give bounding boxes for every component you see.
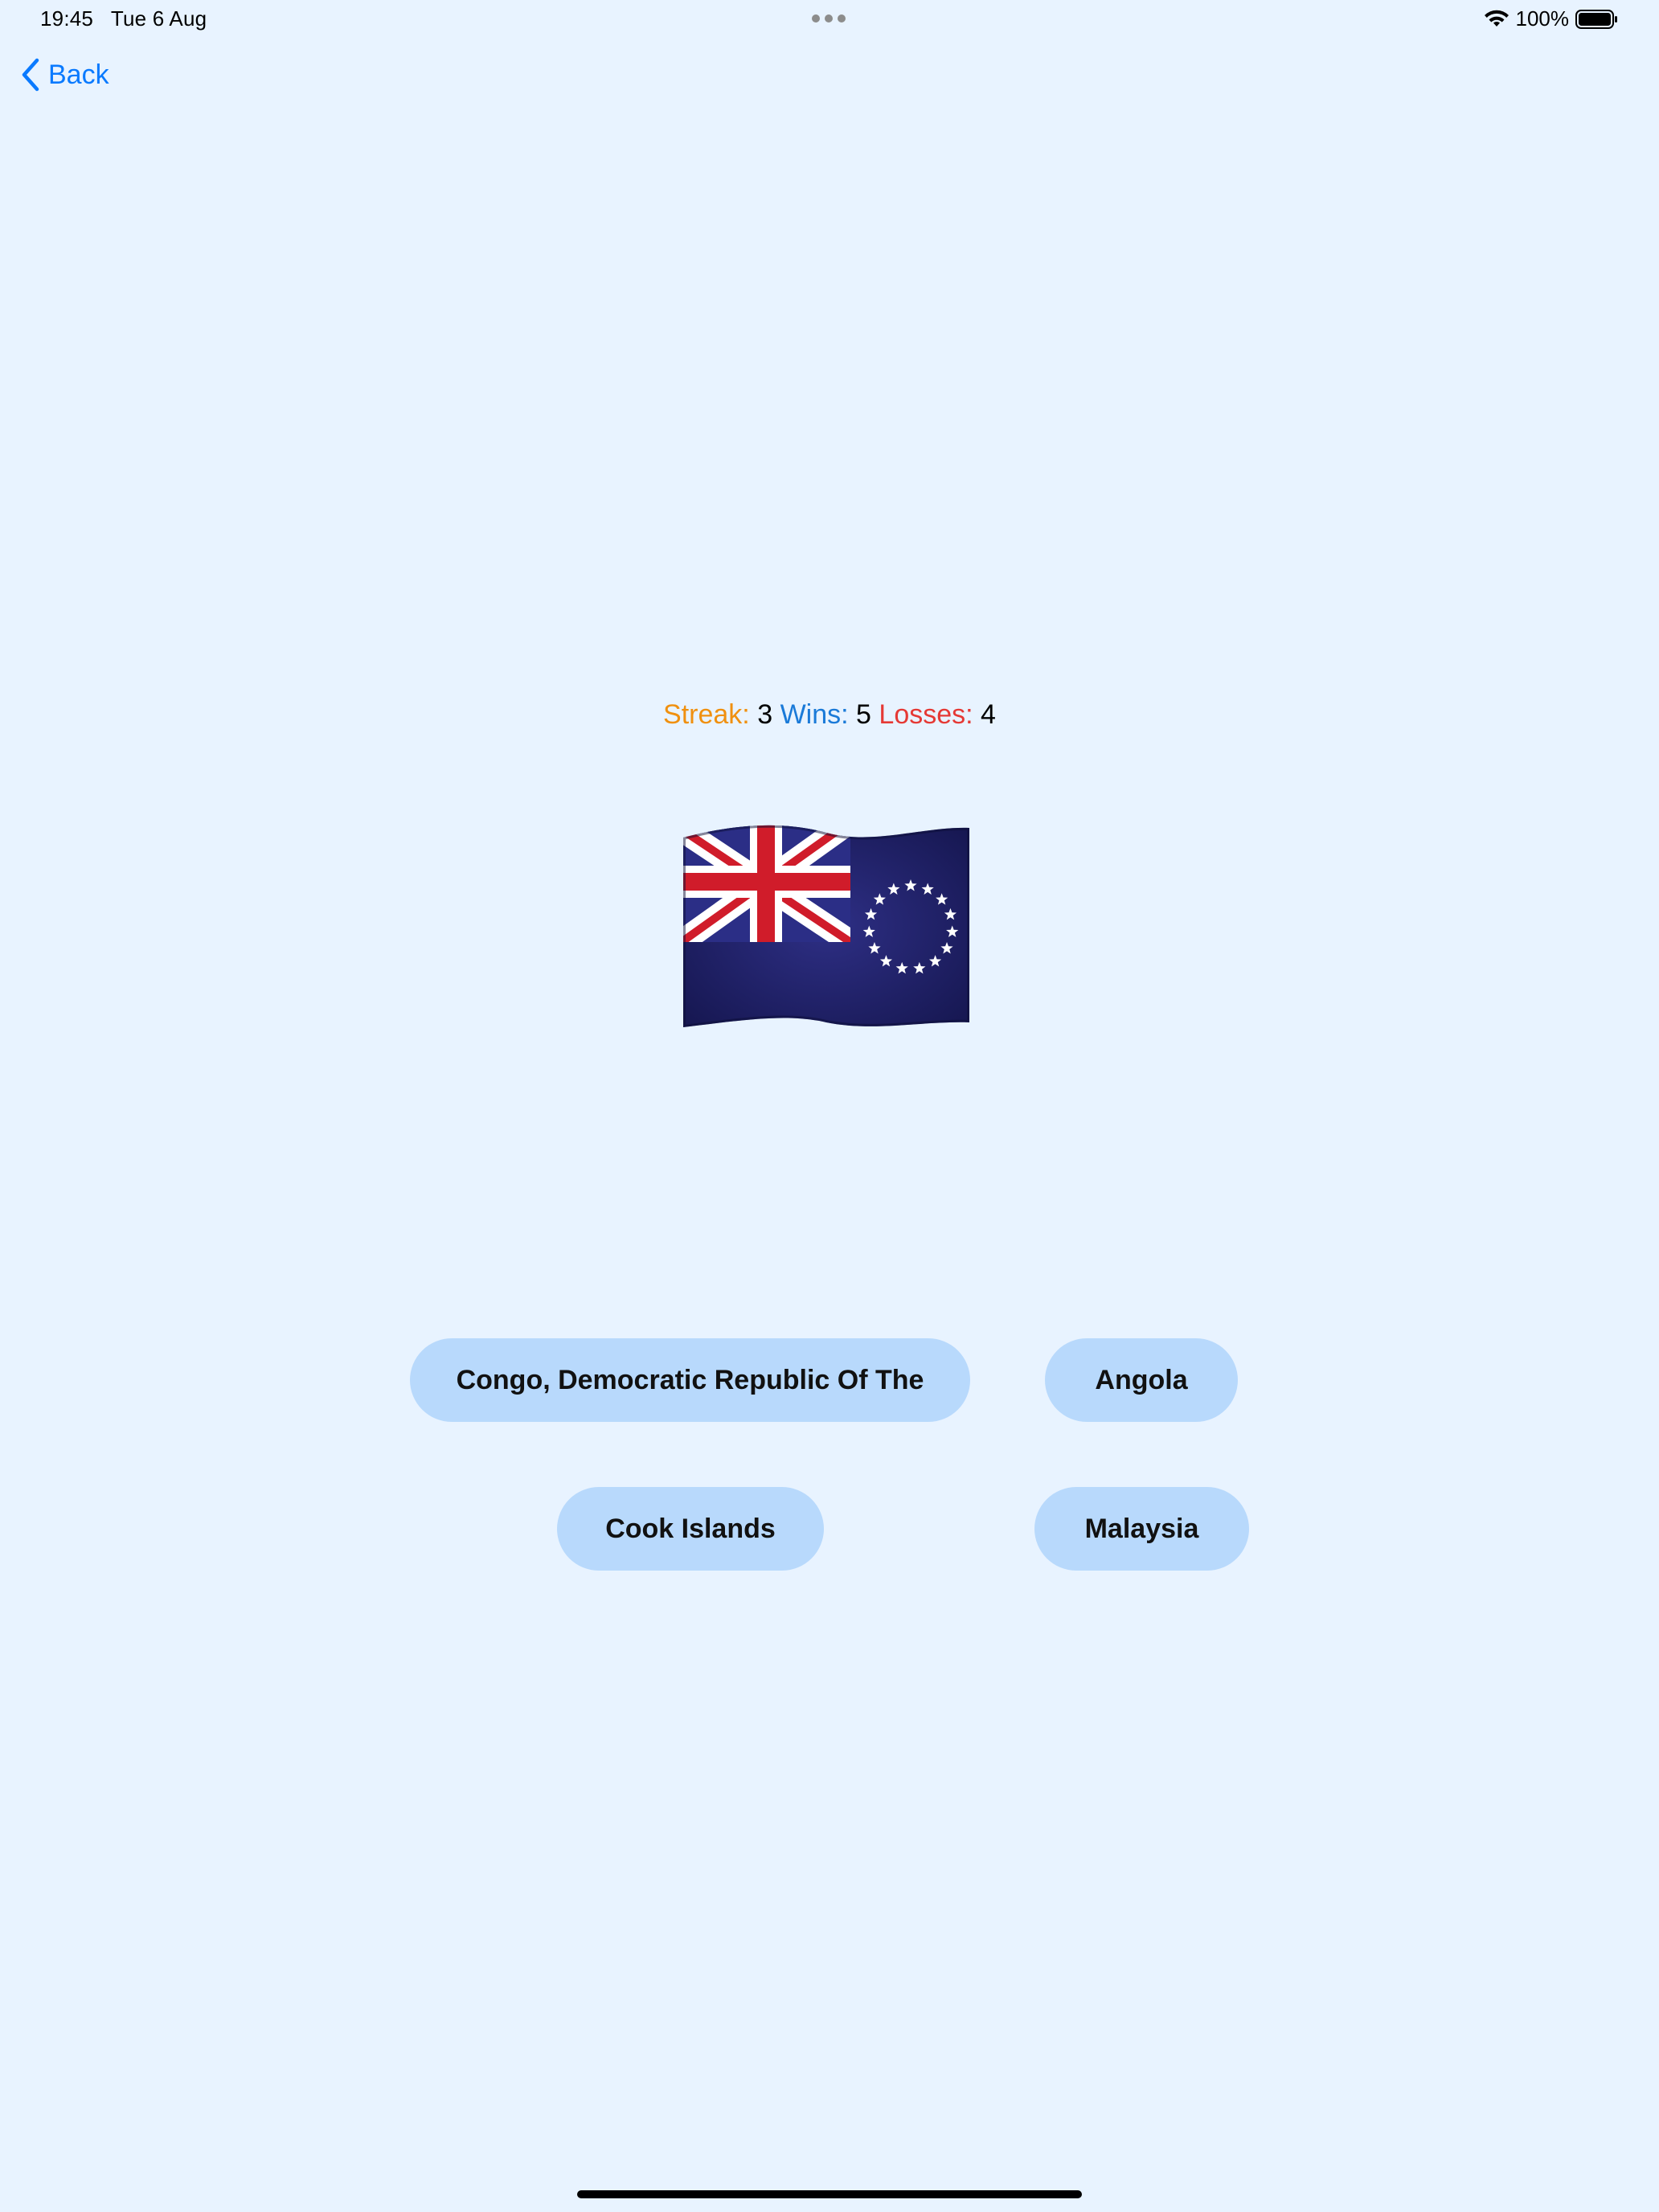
wins-label: Wins: — [780, 699, 849, 730]
status-date: Tue 6 Aug — [110, 6, 207, 31]
answer-button-4[interactable]: Malaysia — [1034, 1487, 1249, 1571]
streak-label: Streak: — [663, 699, 750, 730]
back-button[interactable]: Back — [21, 58, 109, 92]
back-label: Back — [48, 59, 109, 90]
answer-button-3[interactable]: Cook Islands — [557, 1487, 824, 1571]
multitasking-dots-icon[interactable] — [812, 14, 846, 23]
answer-button-1[interactable]: Congo, Democratic Republic Of The — [410, 1338, 970, 1422]
home-indicator[interactable] — [577, 2190, 1082, 2198]
status-bar: 19:45 Tue 6 Aug 100% — [0, 0, 1659, 39]
status-clock: 19:45 — [40, 6, 94, 31]
status-time: 19:45 Tue 6 Aug — [40, 6, 207, 31]
streak-value: 3 — [757, 699, 773, 730]
cook-islands-flag-icon — [682, 821, 971, 1030]
score-line: Streak: 3 Wins: 5 Losses: 4 — [0, 699, 1659, 731]
wifi-icon — [1484, 10, 1509, 29]
answer-button-2[interactable]: Angola — [1045, 1338, 1238, 1422]
status-indicators: 100% — [1484, 6, 1620, 31]
chevron-left-icon — [21, 58, 40, 92]
wins-value: 5 — [856, 699, 871, 730]
losses-label: Losses: — [879, 699, 973, 730]
battery-icon — [1575, 9, 1619, 30]
battery-percent: 100% — [1515, 6, 1570, 31]
losses-value: 4 — [981, 699, 996, 730]
